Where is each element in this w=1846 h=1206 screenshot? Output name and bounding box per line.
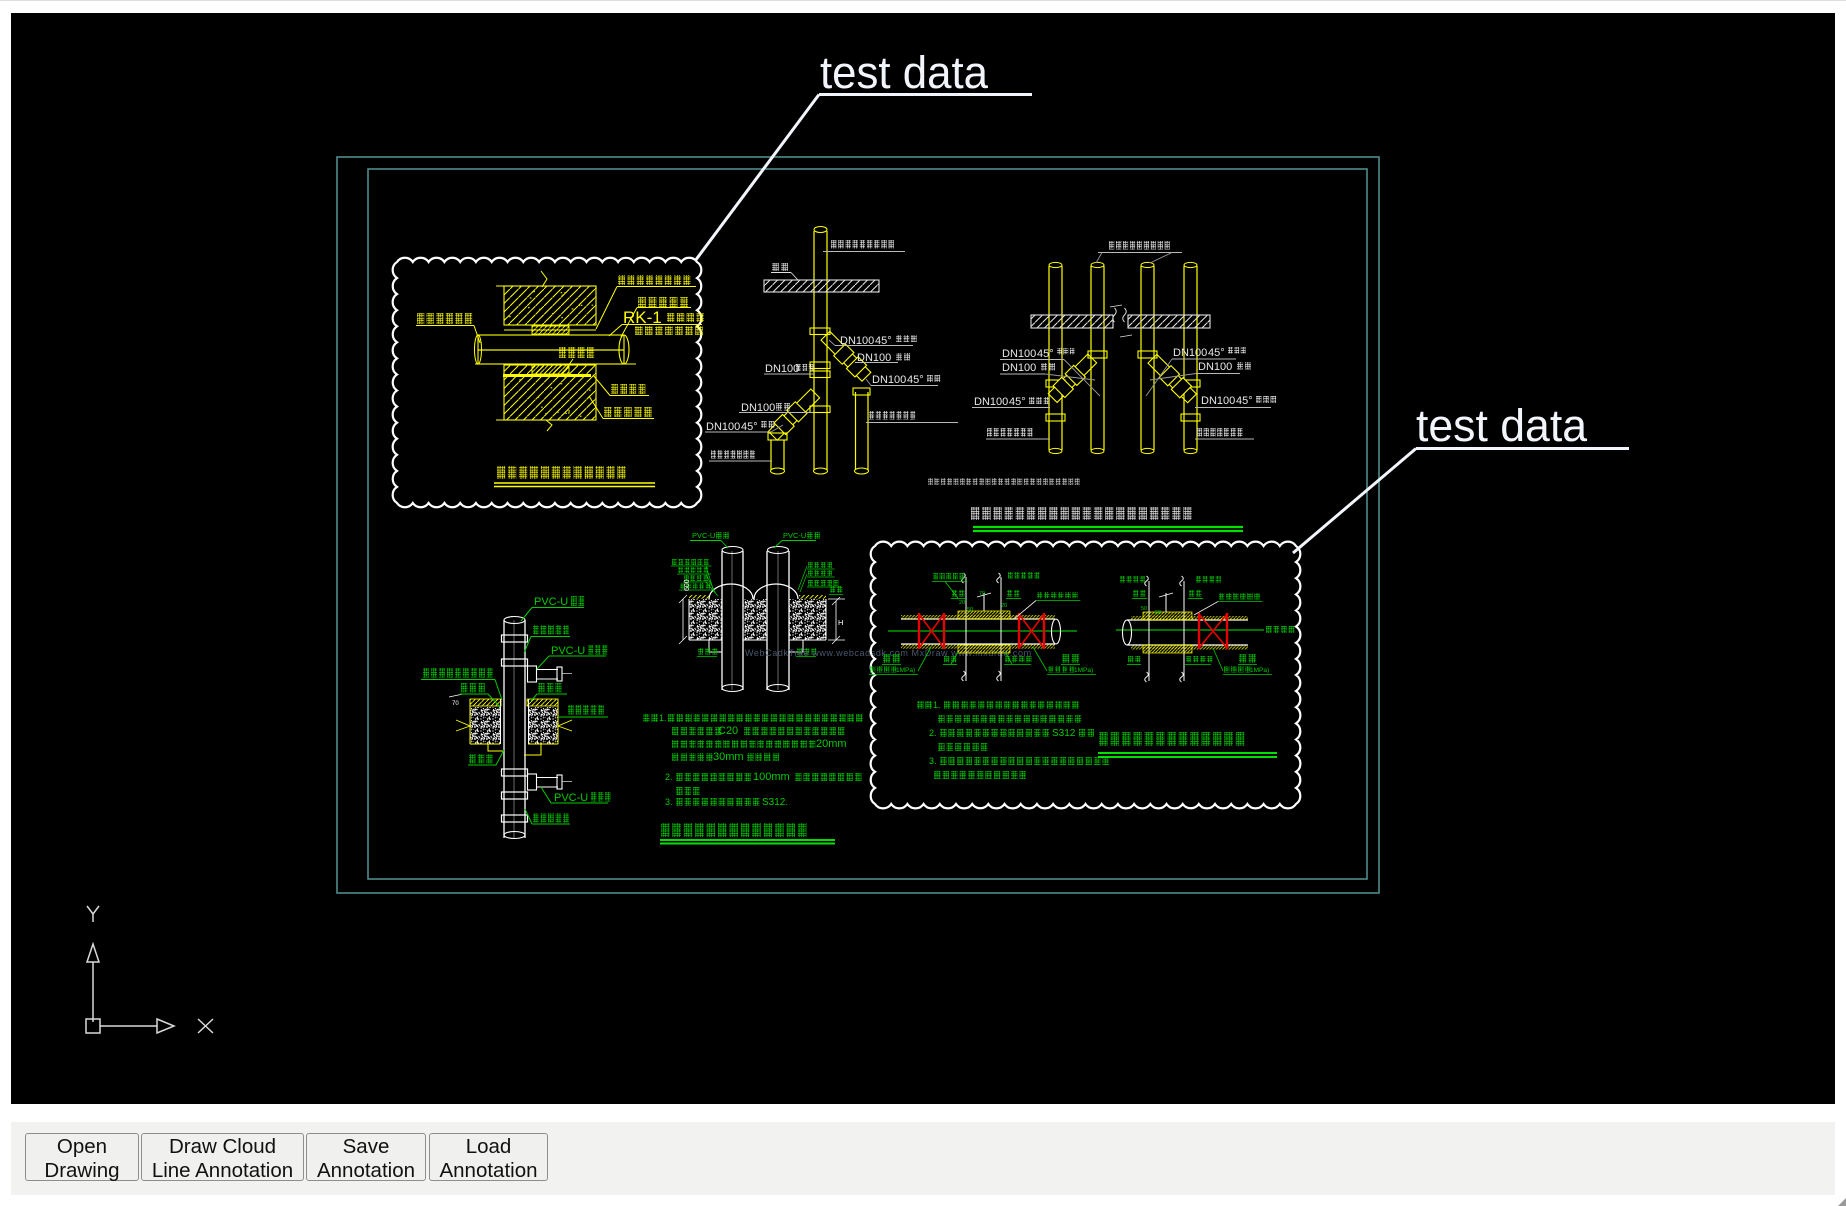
- svg-text:DN100: DN100: [1173, 347, 1207, 359]
- svg-text:70: 70: [452, 701, 459, 707]
- svg-text:600: 600: [684, 579, 691, 591]
- svg-text:PVC-U: PVC-U: [534, 596, 568, 608]
- svg-text:100mm: 100mm: [753, 771, 790, 783]
- svg-text:2.: 2.: [665, 772, 673, 782]
- svg-text:45°: 45°: [1009, 396, 1026, 408]
- svg-text:DN100: DN100: [1002, 348, 1036, 360]
- svg-text:50: 50: [1141, 606, 1147, 612]
- svg-text:C20: C20: [718, 725, 738, 737]
- svg-text:45°: 45°: [741, 421, 758, 433]
- svg-text:45°: 45°: [1236, 395, 1253, 407]
- svg-text:PVC-U: PVC-U: [554, 792, 588, 804]
- svg-text:3.: 3.: [929, 756, 937, 766]
- svg-text:PVC-U: PVC-U: [551, 645, 585, 657]
- svg-text:DN100: DN100: [872, 374, 906, 386]
- svg-text:3.: 3.: [665, 797, 673, 807]
- svg-text:DN100: DN100: [1002, 362, 1036, 374]
- svg-text:1.: 1.: [933, 700, 941, 710]
- svg-text:test data: test data: [1416, 400, 1588, 451]
- svg-text:70: 70: [979, 591, 985, 597]
- svg-text:S312: S312: [1052, 728, 1076, 739]
- svg-text:45°: 45°: [1037, 348, 1054, 360]
- svg-text:DN100: DN100: [1198, 361, 1232, 373]
- svg-text:20: 20: [959, 600, 965, 606]
- svg-text:1MPa): 1MPa): [1074, 667, 1093, 674]
- svg-text:1.: 1.: [659, 713, 667, 723]
- svg-text:S312.: S312.: [762, 797, 788, 808]
- svg-text:30mm: 30mm: [713, 751, 744, 763]
- svg-text:PVC-U: PVC-U: [692, 531, 715, 540]
- svg-text:20: 20: [1001, 603, 1007, 609]
- svg-text:PVC-U: PVC-U: [783, 531, 806, 540]
- svg-text:50: 50: [1155, 610, 1161, 616]
- svg-text:2.: 2.: [929, 728, 937, 738]
- svg-text:test data: test data: [820, 47, 989, 98]
- svg-text:20mm: 20mm: [816, 738, 847, 750]
- svg-text:45°: 45°: [1208, 347, 1225, 359]
- svg-text:H: H: [838, 618, 843, 627]
- svg-text:1MPa): 1MPa): [1250, 667, 1269, 674]
- svg-text:50: 50: [967, 607, 973, 613]
- svg-text:DN100: DN100: [1201, 395, 1235, 407]
- svg-text:45°: 45°: [907, 374, 924, 386]
- svg-text:DN100: DN100: [974, 396, 1008, 408]
- svg-text:DN100: DN100: [765, 363, 799, 375]
- svg-text:DN100: DN100: [706, 421, 740, 433]
- svg-text:1MPa): 1MPa): [896, 667, 915, 674]
